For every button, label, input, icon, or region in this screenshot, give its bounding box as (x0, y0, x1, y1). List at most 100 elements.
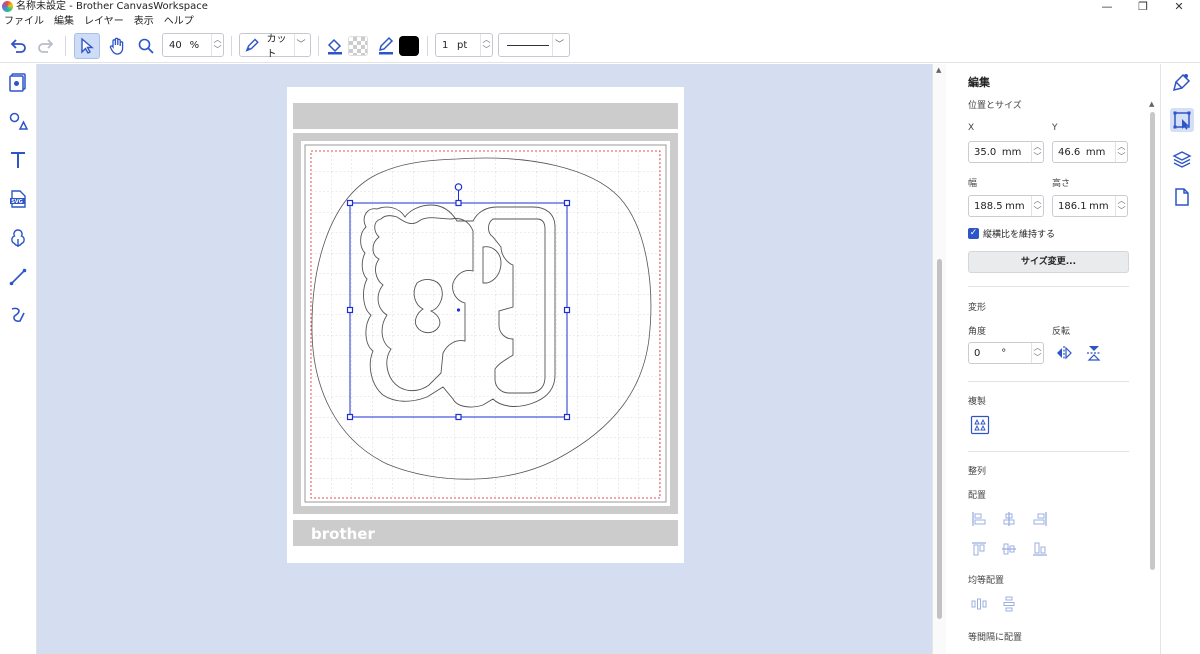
angle-label: 角度 (968, 327, 987, 337)
x-position-input[interactable]: 35.0 mm ︿ ﹀ (968, 141, 1044, 163)
angle-input[interactable]: 0 ° ︿ ﹀ (968, 342, 1044, 364)
y-stepper[interactable]: ︿ ﹀ (1115, 142, 1127, 162)
cut-mode-select[interactable]: カット ﹀ (239, 33, 311, 60)
chevron-up-icon[interactable]: ︿ (212, 35, 223, 45)
align-top-icon[interactable] (970, 540, 988, 558)
freehand-icon[interactable] (7, 304, 29, 326)
toolbar-divider (65, 36, 66, 56)
line-width-unit: pt (457, 39, 468, 51)
line-style-select[interactable]: ﹀ (498, 33, 570, 57)
chevron-up-icon[interactable]: ︿ (1032, 343, 1043, 353)
resize-handle-s (455, 413, 462, 421)
line-tool-icon[interactable] (7, 266, 29, 288)
chevron-up-icon[interactable]: ︿ (1032, 196, 1043, 206)
cutting-mat: brother (287, 87, 684, 563)
fill-color-swatch[interactable] (347, 33, 369, 59)
chevron-up-icon[interactable]: ︿ (481, 35, 492, 45)
black-swatch (399, 36, 419, 56)
paint-brush-icon[interactable] (1170, 70, 1194, 94)
keep-ratio-option[interactable]: ✓ 縦横比を維持する (968, 227, 1055, 240)
flip-horizontal-icon[interactable] (1055, 344, 1073, 362)
chevron-down-icon: ﹀ (294, 34, 307, 56)
zoom-input[interactable]: 40 % ︿ ﹀ (162, 33, 224, 57)
mat-top-bar (293, 103, 678, 129)
toolbar-divider (318, 36, 319, 56)
height-input[interactable]: 186.1 mm ︿ ﹀ (1052, 195, 1128, 217)
mat-drawing: brother (293, 103, 678, 546)
chevron-down-icon[interactable]: ﹀ (481, 45, 492, 55)
height-value: 186.1 (1058, 200, 1087, 212)
panel-scrollbar[interactable]: ▲ (1148, 100, 1156, 654)
height-stepper[interactable]: ︿ ﹀ (1115, 196, 1127, 216)
menu-edit[interactable]: 編集 (54, 15, 74, 28)
angle-stepper[interactable]: ︿ ﹀ (1031, 343, 1043, 363)
panel-scrollbar-thumb[interactable] (1150, 112, 1155, 570)
x-stepper[interactable]: ︿ ﹀ (1031, 142, 1043, 162)
chevron-up-icon[interactable]: ︿ (1116, 196, 1127, 206)
right-toolbar (1160, 64, 1200, 654)
scroll-up-arrow-icon[interactable]: ▲ (1149, 100, 1154, 108)
line-pen-icon[interactable] (373, 33, 399, 59)
layers-icon[interactable] (1170, 147, 1194, 171)
align-middle-icon[interactable] (1000, 540, 1018, 558)
y-value: 46.6 (1058, 146, 1081, 158)
page-icon[interactable] (1170, 185, 1194, 209)
align-center-horizontal-icon[interactable] (1000, 510, 1018, 528)
text-tool-icon[interactable] (7, 149, 29, 171)
pattern-icon[interactable] (7, 227, 29, 249)
line-width-stepper[interactable]: ︿ ﹀ (480, 34, 492, 56)
width-input[interactable]: 188.5 mm ︿ ﹀ (968, 195, 1044, 217)
section-divider (968, 381, 1129, 382)
width-stepper[interactable]: ︿ ﹀ (1031, 196, 1043, 216)
svg-text:SVG: SVG (11, 199, 23, 205)
angle-unit: ° (1001, 347, 1007, 359)
distribute-horizontal-icon[interactable] (970, 595, 988, 613)
chevron-up-icon[interactable]: ︿ (1032, 142, 1043, 152)
distribute-vertical-icon[interactable] (1000, 595, 1018, 613)
fill-bucket-icon[interactable] (322, 33, 348, 59)
zoom-tool-icon[interactable] (133, 33, 159, 59)
canvas-scrollbar[interactable]: ▲ (932, 64, 946, 654)
align-right-icon[interactable] (1031, 510, 1049, 528)
y-position-input[interactable]: 46.6 mm ︿ ﹀ (1052, 141, 1128, 163)
redo-icon[interactable] (33, 33, 59, 59)
scroll-up-arrow-icon[interactable]: ▲ (936, 66, 941, 74)
flip-vertical-icon[interactable] (1085, 344, 1103, 362)
chevron-down-icon[interactable]: ﹀ (212, 45, 223, 55)
zoom-stepper[interactable]: ︿ ﹀ (211, 34, 223, 56)
select-tool-icon[interactable] (74, 33, 100, 59)
menu-help[interactable]: ヘルプ (164, 15, 194, 28)
close-button[interactable]: ✕ (1156, 0, 1200, 14)
keep-ratio-checkbox[interactable]: ✓ (968, 228, 979, 239)
shapes-icon[interactable] (7, 110, 29, 132)
app-icon (2, 1, 13, 12)
section-divider (968, 451, 1129, 452)
chevron-down-icon[interactable]: ﹀ (1032, 353, 1043, 363)
undo-icon[interactable] (5, 33, 31, 59)
line-color-swatch[interactable] (398, 33, 420, 59)
duplicate-icon[interactable] (970, 415, 990, 435)
canvas-scrollbar-thumb[interactable] (937, 259, 942, 619)
hand-tool-icon[interactable] (104, 33, 130, 59)
keep-ratio-label: 縦横比を維持する (983, 230, 1056, 240)
chevron-down-icon[interactable]: ﹀ (1032, 152, 1043, 162)
section-divider (968, 286, 1129, 287)
chevron-down-icon[interactable]: ﹀ (1116, 152, 1127, 162)
resize-handle-w (346, 306, 354, 314)
svg-import-icon[interactable]: SVG (7, 188, 29, 210)
align-bottom-icon[interactable] (1031, 540, 1049, 558)
chevron-up-icon[interactable]: ︿ (1116, 142, 1127, 152)
template-icon[interactable] (7, 71, 29, 93)
chevron-down-icon[interactable]: ﹀ (1032, 206, 1043, 216)
line-width-value: 1 (442, 39, 449, 51)
resize-button[interactable]: サイズ変更... (968, 251, 1129, 273)
align-left-icon[interactable] (970, 510, 988, 528)
menu-view[interactable]: 表示 (134, 15, 154, 28)
chevron-down-icon[interactable]: ﹀ (1116, 206, 1127, 216)
transparent-swatch (348, 36, 368, 56)
menu-layer[interactable]: レイヤー (84, 15, 124, 28)
center-point (456, 308, 461, 312)
menu-file[interactable]: ファイル (4, 15, 44, 28)
edit-transform-icon[interactable] (1170, 108, 1194, 132)
line-width-input[interactable]: 1 pt ︿ ﹀ (435, 33, 493, 57)
